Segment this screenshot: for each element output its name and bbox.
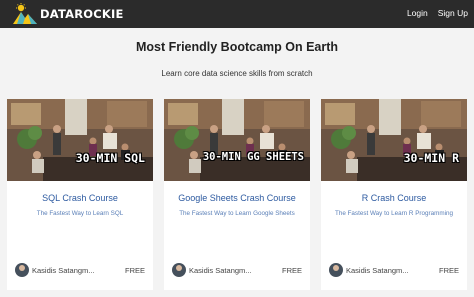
author-name: Kasidis Satangm... bbox=[32, 266, 95, 275]
logo-link[interactable]: DATAROCKIE bbox=[12, 3, 124, 25]
author-avatar bbox=[15, 263, 29, 277]
thumbnail-label: 30-MIN R bbox=[403, 151, 459, 165]
course-price: FREE bbox=[281, 266, 302, 275]
page-subtitle: Learn core data science skills from scra… bbox=[161, 69, 313, 78]
navbar: DATAROCKIE Login Sign Up bbox=[0, 0, 474, 28]
login-link[interactable]: Login bbox=[407, 8, 428, 18]
author-avatar bbox=[172, 263, 186, 277]
course-thumbnail[interactable]: 30-MIN R bbox=[321, 99, 467, 181]
course-title[interactable]: Google Sheets Crash Course bbox=[164, 193, 310, 203]
thumbnail-label: 30-MIN SQL bbox=[75, 151, 145, 165]
course-description: The Fastest Way to Learn SQL bbox=[36, 210, 124, 217]
course-price: FREE bbox=[124, 266, 145, 275]
course-description: The Fastest Way to Learn Google Sheets bbox=[179, 210, 295, 217]
course-title[interactable]: SQL Crash Course bbox=[7, 193, 153, 203]
author-name: Kasidis Satangm... bbox=[346, 266, 409, 275]
author-avatar bbox=[329, 263, 343, 277]
brand-name: DATAROCKIE bbox=[40, 7, 124, 21]
course-description: The Fastest Way to Learn R Programming bbox=[334, 210, 454, 217]
classroom-photo-icon bbox=[321, 99, 467, 181]
author-name: Kasidis Satangm... bbox=[189, 266, 252, 275]
classroom-photo-icon bbox=[164, 99, 310, 181]
course-title[interactable]: R Crash Course bbox=[321, 193, 467, 203]
signup-link[interactable]: Sign Up bbox=[438, 8, 468, 18]
thumbnail-label: 30-MIN GG SHEETS bbox=[202, 151, 304, 163]
classroom-photo-icon bbox=[7, 99, 153, 181]
course-price: FREE bbox=[438, 266, 459, 275]
course-card-sql[interactable]: 30-MIN SQL SQL Crash Course The Fastest … bbox=[7, 99, 153, 290]
course-thumbnail[interactable]: 30-MIN GG SHEETS bbox=[164, 99, 310, 181]
page-title: Most Friendly Bootcamp On Earth bbox=[135, 40, 339, 54]
nav-links: Login Sign Up bbox=[407, 8, 468, 18]
course-thumbnail[interactable]: 30-MIN SQL bbox=[7, 99, 153, 181]
course-card-r[interactable]: 30-MIN R R Crash Course The Fastest Way … bbox=[321, 99, 467, 290]
logo-mountain-icon bbox=[13, 3, 37, 24]
course-card-google-sheets[interactable]: 30-MIN GG SHEETS Google Sheets Crash Cou… bbox=[164, 99, 310, 290]
